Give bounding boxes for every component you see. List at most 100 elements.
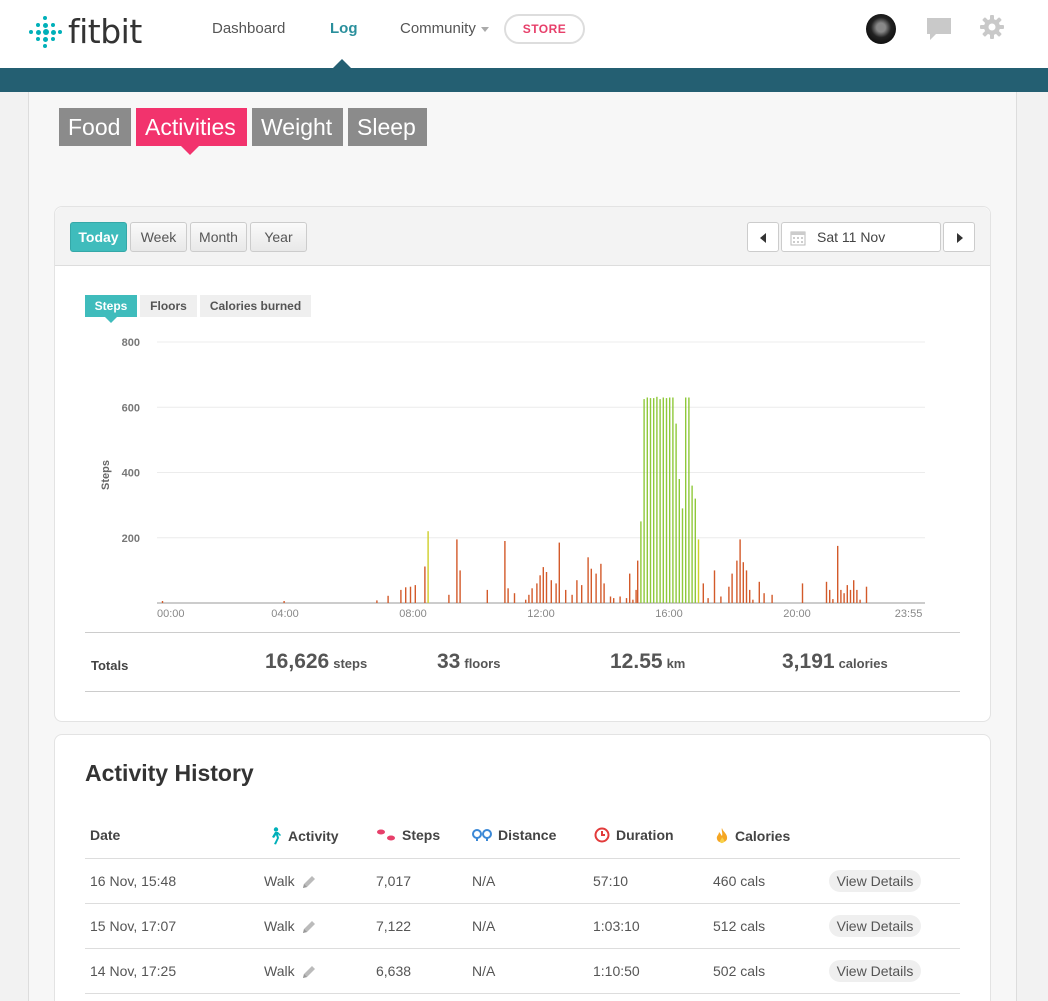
steps-bar [832,599,834,603]
nav-community[interactable]: Community [400,20,489,37]
steps-bar [849,589,852,603]
row-steps-text: 7,122 [376,918,412,934]
nav-log[interactable]: Log [330,20,358,37]
steps-bar [865,586,868,603]
x-tick-label: 16:00 [655,608,683,620]
tab-food[interactable]: Food [59,108,131,146]
edit-pencil-icon[interactable] [301,919,317,935]
tab-weight[interactable]: Weight [252,108,343,146]
edit-pencil-icon[interactable] [301,874,317,890]
metric-floors-tab[interactable]: Floors [140,295,197,317]
row-date: 15 Nov, 17:07 [90,918,176,934]
steps-bar [629,573,631,603]
total-distance: 12.55 km [610,650,685,674]
row-activity: Walk [264,873,317,890]
y-tick-label: 400 [122,468,140,480]
row-duration: 1:03:10 [593,918,640,934]
row-steps-text: 6,638 [376,963,412,979]
steps-bar [409,586,412,603]
row-distance-text: N/A [472,963,496,979]
previous-day-button[interactable] [747,222,779,252]
range-week-button[interactable]: Week [130,222,187,252]
steps-bar [739,539,741,603]
gear-icon[interactable] [980,15,1004,39]
row-divider [85,948,960,949]
steps-bar [752,599,754,603]
steps-bar [653,398,655,603]
steps-bar [459,570,461,603]
column-steps: Steps [376,827,440,843]
steps-bar [742,562,744,603]
row-calories-text: 502 cals [713,963,766,979]
steps-bar [456,539,458,603]
chevron-down-icon [480,26,489,32]
steps-bar [837,545,839,603]
view-details-button[interactable]: View Details [829,915,921,937]
walking-icon [272,827,281,845]
steps-bar [643,399,645,603]
row-steps-text: 7,017 [376,873,412,889]
avatar[interactable] [866,14,896,44]
view-details-button[interactable]: View Details [829,870,921,892]
steps-bar [720,596,722,603]
y-tick-label: 800 [122,337,140,349]
arrow-right-icon [957,233,963,243]
total-distance-unit: km [666,656,686,671]
steps-bar [504,541,506,603]
steps-bar [590,568,592,603]
row-steps: 7,122 [376,918,411,934]
steps-bar [595,573,597,603]
row-date-text: 16 Nov, 15:48 [90,873,177,889]
nav-dashboard[interactable]: Dashboard [212,20,285,37]
steps-bar [846,585,848,603]
steps-bar [763,593,765,603]
tab-sleep[interactable]: Sleep [348,108,427,146]
y-tick-label: 600 [122,402,140,414]
column-activity-label: Activity [288,828,339,844]
flame-icon [716,828,728,844]
next-day-button[interactable] [943,222,975,252]
x-axis-ticks: 00:00 04:00 08:00 12:00 16:00 20:00 23:55 [157,608,922,620]
steps-bar [665,398,668,603]
calendar-icon [790,231,806,246]
total-calories-unit: calories [838,656,888,671]
steps-bar [702,583,704,603]
range-year-button[interactable]: Year [250,222,307,252]
row-distance: N/A [472,918,495,934]
steps-bar [649,398,652,603]
steps-bar [600,563,602,603]
chat-icon[interactable] [926,17,952,41]
steps-bar [555,583,557,603]
fitbit-dots-icon [28,15,62,49]
metric-steps-tab[interactable]: Steps [85,295,137,317]
column-date-label: Date [90,827,121,843]
edit-pencil-icon[interactable] [301,964,317,980]
steps-bar [771,594,773,603]
date-picker[interactable]: Sat 11 Nov [781,222,941,252]
store-button[interactable]: STORE [504,14,585,44]
row-date-text: 15 Nov, 17:07 [90,918,177,934]
range-today-button[interactable]: Today [70,222,127,252]
chart-gridlines [157,341,925,604]
steps-bar [681,508,684,603]
steps-bar [558,542,560,603]
row-activity: Walk [264,963,317,980]
steps-bar [853,580,855,603]
clock-icon [594,827,610,843]
x-tick-label: 12:00 [527,608,555,620]
x-tick-label: 08:00 [399,608,427,620]
column-duration-label: Duration [616,827,674,843]
steps-bar [625,598,628,603]
steps-chart: 200 400 600 800 00:00 04:00 08:00 12:00 16:00 20… [100,337,925,620]
totals-label: Totals [91,658,129,673]
steps-bar [840,589,842,603]
total-floors-unit: floors [464,656,501,671]
metric-calories-tab[interactable]: Calories burned [200,295,311,317]
tab-activities[interactable]: Activities [136,108,247,146]
view-details-button[interactable]: View Details [829,960,921,982]
steps-bar [829,589,831,603]
fitbit-logo[interactable]: fitbit [28,12,142,51]
row-calories: 512 cals [713,918,765,934]
x-tick-label: 00:00 [157,608,185,620]
range-month-button[interactable]: Month [190,222,247,252]
